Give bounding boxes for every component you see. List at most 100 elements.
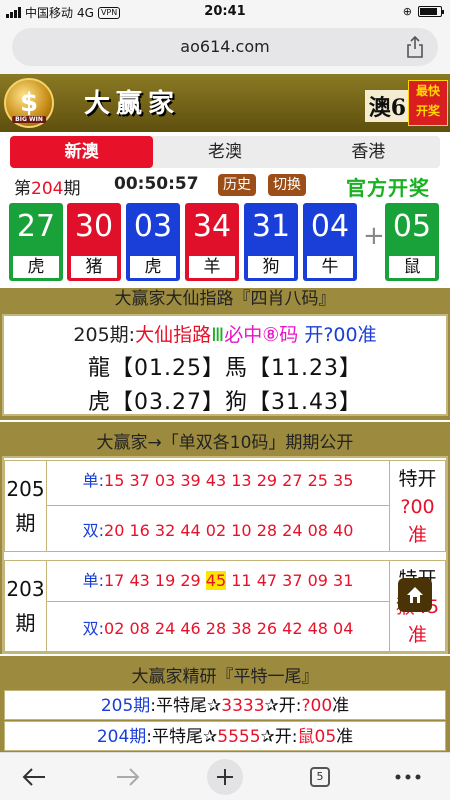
tab-xinao[interactable]: 新澳	[10, 136, 154, 168]
result-line1: 特开	[398, 468, 437, 490]
result-line3: 准	[407, 524, 427, 546]
ball-zodiac: 虎	[130, 256, 176, 278]
tail-suffix: 准	[336, 727, 354, 747]
orientation-lock-icon: ⊕	[402, 5, 412, 18]
tail-row: 204期:平特尾✰5555✰开:鼠05准	[4, 721, 446, 751]
status-right: ⊕	[402, 5, 444, 18]
more-dots-icon	[395, 774, 421, 780]
tail-period: 205期	[100, 696, 151, 716]
odd-row: 单:17 43 19 29 45 11 47 37 09 31	[47, 567, 389, 591]
history-button[interactable]: 历史	[218, 174, 256, 196]
period-number: 204	[31, 179, 64, 199]
tail-value: 3333	[221, 696, 265, 716]
prediction-green: Ⅲ	[211, 324, 225, 346]
result-ball: 34 羊	[185, 203, 239, 281]
new-tab-button[interactable]	[207, 759, 243, 795]
star-icon: ✰	[264, 696, 279, 716]
prediction-period: 205期:	[73, 324, 136, 346]
tail-open-label: 开:	[274, 727, 298, 747]
forward-arrow-icon	[117, 768, 140, 786]
result-ball: 04 牛	[303, 203, 357, 281]
result-ball: 03 虎	[126, 203, 180, 281]
section-fourzodiac: 大赢家大仙指路『四肖八码』 205期:大仙指路Ⅲ必中⑧码 开?00准 龍【01.…	[0, 288, 450, 420]
browser-toolbar: 5	[0, 752, 450, 800]
countdown: 00:50:57	[114, 174, 199, 194]
tail-suffix: 准	[332, 696, 350, 716]
site-title: 大赢家	[84, 89, 181, 119]
more-menu-button[interactable]	[392, 761, 424, 793]
logo-dollar: $	[19, 88, 39, 118]
result-line3: 准	[407, 624, 427, 646]
official-draw-label: 官方开奖	[346, 176, 430, 200]
ball-zodiac: 鼠	[389, 256, 435, 278]
group-period-num: 205	[6, 477, 45, 501]
back-arrow-icon	[22, 768, 45, 786]
forward-button[interactable]	[112, 761, 144, 793]
tail-result: ?00	[301, 696, 333, 716]
even-label: 双:	[82, 619, 105, 638]
even-numbers: 02 08 24 46 28 38 26 42 48 04	[104, 619, 354, 638]
tab-count: 5	[310, 767, 330, 787]
group-period-num: 203	[6, 577, 45, 601]
tab-laoao[interactable]: 老澳	[153, 136, 296, 168]
tail-period: 204期	[96, 727, 147, 747]
ball-zodiac: 猪	[71, 256, 117, 278]
share-icon[interactable]	[406, 36, 424, 58]
result-ball: 31 狗	[244, 203, 298, 281]
ball-number: 03	[133, 209, 173, 244]
result-ball: 30 猪	[67, 203, 121, 281]
plus-sign: +	[363, 221, 385, 251]
status-bar: 中国移动 4G VPN 20:41 ⊕	[0, 0, 450, 24]
group-period: 203 期	[5, 561, 47, 651]
star-icon: ✰	[203, 727, 218, 747]
prediction-mag: 必中⑧码	[224, 324, 299, 346]
switch-button[interactable]: 切换	[268, 174, 306, 196]
odd-even-group: 203 期 单:17 43 19 29 45 11 47 37 09 31 双:0…	[4, 560, 446, 652]
star-icon: ✰	[207, 696, 222, 716]
tabs-button[interactable]: 5	[304, 761, 336, 793]
floating-home-button[interactable]	[398, 578, 432, 612]
site-logo[interactable]: $ BIG WIN	[4, 78, 54, 128]
period-suffix: 期	[63, 179, 81, 199]
section-box: 205期:大仙指路Ⅲ必中⑧码 开?00准 龍【01.25】馬【11.23】 虎【…	[2, 314, 448, 416]
tail-value: 5555	[217, 727, 261, 747]
ball-number: 34	[192, 209, 232, 244]
section-title: 大赢家精研『平特一尾』	[131, 667, 319, 687]
plus-icon	[217, 769, 233, 785]
url-field[interactable]: ao614.com	[12, 28, 438, 66]
section-odd-even: 大赢家→「单双各10码」期期公开 205 期 单:15 37 03 39 43 1…	[0, 422, 450, 654]
group-period-unit: 期	[15, 611, 36, 635]
tail-row: 205期:平特尾✰3333✰开:?00准	[4, 690, 446, 720]
even-row: 双:20 16 32 44 02 10 28 24 08 40	[47, 517, 389, 541]
draw-info: 第204期 00:50:57 历史 切换 官方开奖	[14, 174, 438, 200]
battery-icon	[418, 6, 444, 17]
odd-label: 单:	[82, 571, 104, 590]
region-tabs: 新澳 老澳 香港	[10, 136, 440, 168]
section-title: 大赢家大仙指路『四肖八码』	[114, 289, 336, 309]
header-right-text: 澳6	[364, 90, 410, 122]
tab-hongkong[interactable]: 香港	[297, 136, 440, 168]
prediction-red: 大仙指路	[135, 324, 212, 346]
back-button[interactable]	[18, 761, 50, 793]
prediction-blue: 开?00准	[304, 324, 377, 346]
home-icon	[407, 587, 423, 603]
even-numbers: 20 16 32 44 02 10 28 24 08 40	[104, 521, 354, 540]
logo-caption: BIG WIN	[12, 116, 46, 123]
even-row: 双:02 08 24 46 28 38 26 42 48 04	[47, 615, 389, 639]
zodiac-row-2: 虎【03.27】狗【31.43】	[88, 390, 362, 415]
odd-even-box: 205 期 单:15 37 03 39 43 13 29 27 25 35 双:2…	[2, 456, 448, 654]
group-period-unit: 期	[15, 511, 36, 535]
draw-results: 27 虎 30 猪 03 虎 34 羊 31 狗 04 牛 + 05 鼠	[9, 203, 441, 281]
tail-label: :平特尾	[150, 696, 208, 716]
odd-numbers-after: 11 47 37 09 31	[231, 571, 354, 590]
status-time: 20:41	[204, 4, 246, 19]
ball-number: 30	[74, 209, 114, 244]
ball-zodiac: 虎	[13, 256, 59, 278]
group-period: 205 期	[5, 461, 47, 551]
prediction-line: 205期:大仙指路Ⅲ必中⑧码 开?00准	[4, 320, 446, 347]
url-text: ao614.com	[180, 37, 270, 56]
fastest-draw-badge: 最快 开奖	[408, 80, 448, 126]
tail-label: :平特尾	[146, 727, 204, 747]
tail-open-label: 开:	[278, 696, 302, 716]
ball-number: 27	[16, 209, 56, 244]
